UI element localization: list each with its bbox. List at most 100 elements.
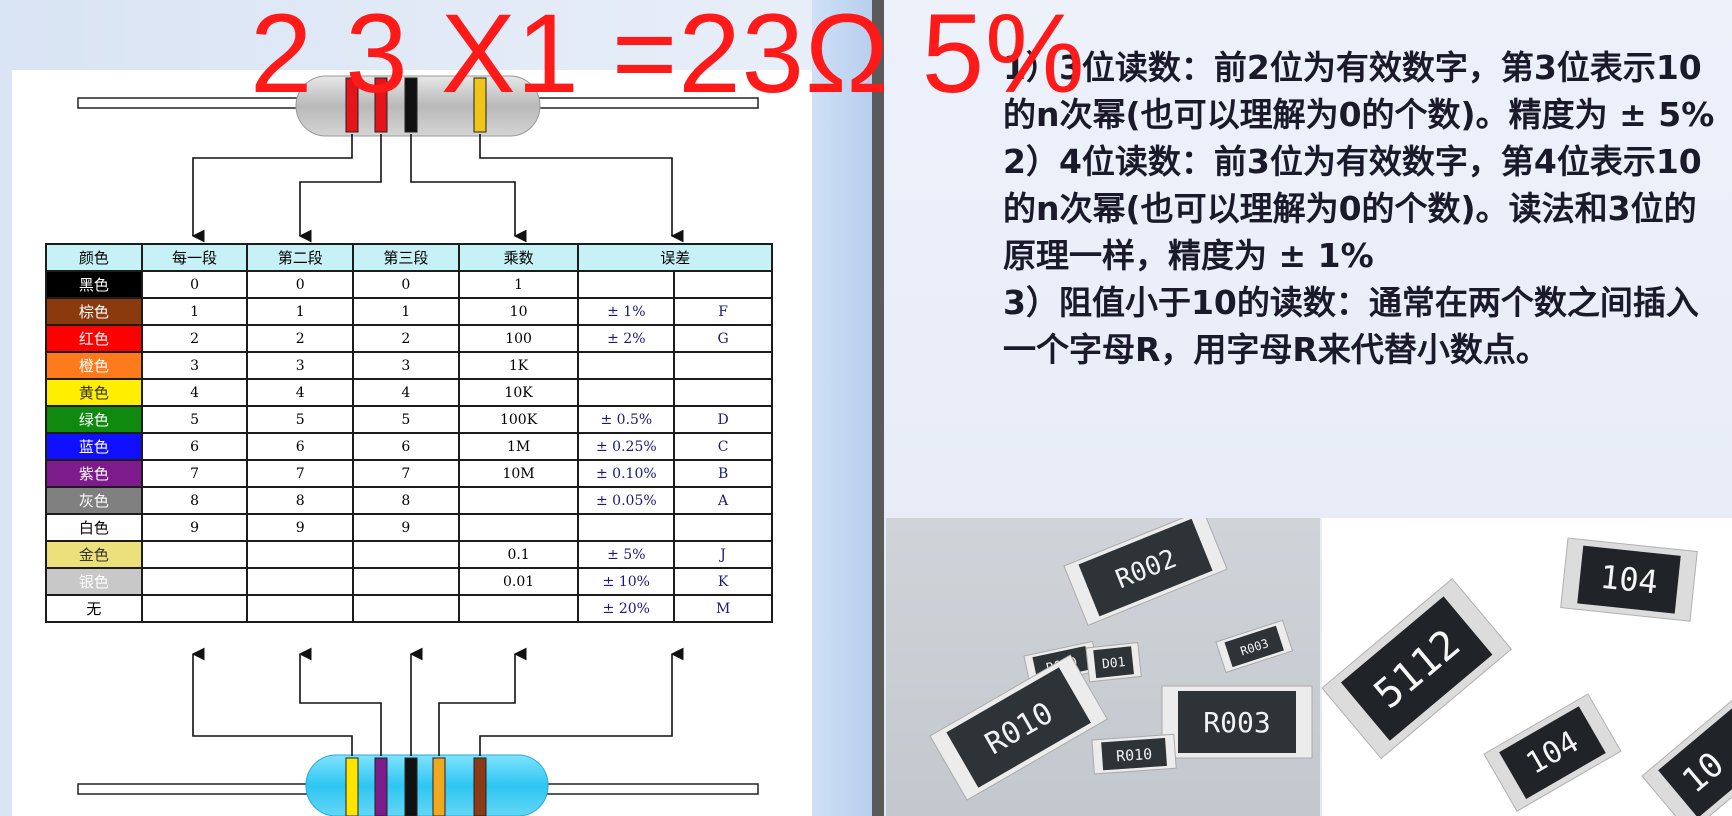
arrow-band1 [191, 134, 353, 243]
color-name-cell: 金色 [45, 540, 143, 569]
tolerance-code-cell [673, 270, 773, 299]
band2-cell: 4 [246, 378, 355, 407]
smd-resistor-photo-left: R002 R010 D01 R003 [886, 518, 1320, 816]
band3-cell: 3 [352, 351, 460, 380]
tolerance-code-cell: M [673, 594, 773, 623]
tolerance-cell: ± 10% [577, 567, 676, 596]
band-purple [374, 757, 388, 816]
band-black-bottom [404, 757, 418, 816]
chip-label: R003 [1203, 706, 1270, 739]
table-row: 黑色 0 0 0 1 [45, 270, 773, 299]
tolerance-cell [577, 378, 676, 407]
band1-cell: 3 [140, 351, 249, 380]
band3-cell: 9 [352, 513, 460, 542]
color-name-cell: 灰色 [45, 486, 143, 515]
tolerance-cell [577, 513, 676, 542]
multiplier-cell: 1 [457, 270, 580, 299]
multiplier-cell: 10 [457, 297, 580, 326]
tolerance-cell: ± 0.10% [577, 459, 676, 488]
band-brown [473, 757, 487, 816]
multiplier-cell: 100K [457, 405, 580, 434]
header-band3: 第三段 [352, 243, 460, 272]
tolerance-cell: ± 0.25% [577, 432, 676, 461]
explanation-item-1: 1）3位读数：前2位为有效数字，第3位表示10的n次幂(也可以理解为0的个数)。… [1003, 48, 1715, 134]
band2-cell: 1 [246, 297, 355, 326]
multiplier-cell: 10K [457, 378, 580, 407]
arrow-up-band5 [479, 647, 684, 756]
color-name-cell: 无 [45, 594, 143, 623]
band3-cell [352, 567, 460, 596]
band2-cell: 0 [246, 270, 355, 299]
explanation-item-2: 2）4位读数：前3位为有效数字，第4位表示10的n次幂(也可以理解为0的个数)。… [1003, 142, 1702, 275]
band3-cell: 7 [352, 459, 460, 488]
color-name-cell: 绿色 [45, 405, 143, 434]
band1-cell: 0 [140, 270, 249, 299]
tolerance-code-cell: J [673, 540, 773, 569]
tolerance-cell: ± 0.05% [577, 486, 676, 515]
tolerance-code-cell: C [673, 432, 773, 461]
multiplier-cell [457, 486, 580, 515]
band1-cell: 4 [140, 378, 249, 407]
slide-divider [872, 0, 884, 816]
tolerance-code-cell [673, 351, 773, 380]
color-name-cell: 黄色 [45, 378, 143, 407]
explanation-item-3: 3）阻值小于10的读数：通常在两个数之间插入一个字母R，用字母R来代替小数点。 [1003, 283, 1699, 369]
table-row: 蓝色 6 6 6 1M ± 0.25% C [45, 432, 773, 461]
arrow-band4 [479, 134, 684, 243]
table-row: 红色 2 2 2 100 ± 2% G [45, 324, 773, 353]
header-color: 颜色 [45, 243, 143, 272]
color-name-cell: 银色 [45, 567, 143, 596]
arrow-up-band4 [438, 647, 527, 756]
multiplier-cell: 0.1 [457, 540, 580, 569]
band1-cell: 6 [140, 432, 249, 461]
color-code-table: 颜色 每一段 第二段 第三段 乘数 误差 黑色 0 0 0 1 棕色 1 1 1 10 ± 1% F 红… [45, 243, 773, 623]
color-name-cell: 棕色 [45, 297, 143, 326]
bottom-resistor-diagram [77, 647, 759, 816]
tolerance-cell [577, 351, 676, 380]
table-row: 棕色 1 1 1 10 ± 1% F [45, 297, 773, 326]
band2-cell: 8 [246, 486, 355, 515]
tolerance-cell: ± 5% [577, 540, 676, 569]
band2-cell [246, 567, 355, 596]
band3-cell: 4 [352, 378, 460, 407]
smd-resistor-photo-right: 5112 104 104 10 [1322, 518, 1732, 816]
band2-cell [246, 540, 355, 569]
band2-cell: 3 [246, 351, 355, 380]
band2-cell: 2 [246, 324, 355, 353]
band2-cell: 7 [246, 459, 355, 488]
band3-cell: 2 [352, 324, 460, 353]
tolerance-code-cell: D [673, 405, 773, 434]
chip-label: D01 [1101, 655, 1126, 672]
formula-text: 2 3 X1 =23Ω 5% [250, 0, 1086, 116]
tolerance-cell: ± 20% [577, 594, 676, 623]
table-row: 银色 0.01 ± 10% K [45, 567, 773, 596]
tolerance-cell: ± 1% [577, 297, 676, 326]
band-yellow [345, 757, 359, 816]
multiplier-cell: 1K [457, 351, 580, 380]
tolerance-cell: ± 2% [577, 324, 676, 353]
header-multiplier: 乘数 [457, 243, 580, 272]
color-name-cell: 白色 [45, 513, 143, 542]
band2-cell: 5 [246, 405, 355, 434]
color-name-cell: 红色 [45, 324, 143, 353]
multiplier-cell: 0.01 [457, 567, 580, 596]
tolerance-code-cell: F [673, 297, 773, 326]
band3-cell: 6 [352, 432, 460, 461]
chip-label: 104 [1598, 558, 1659, 602]
table-row: 灰色 8 8 8 ± 0.05% A [45, 486, 773, 515]
arrow-up-band1 [191, 647, 353, 756]
band-orange [432, 757, 446, 816]
table-row: 橙色 3 3 3 1K [45, 351, 773, 380]
band1-cell: 8 [140, 486, 249, 515]
arrow-band3 [410, 134, 527, 243]
band1-cell: 5 [140, 405, 249, 434]
table-header-row: 颜色 每一段 第二段 第三段 乘数 误差 [45, 243, 773, 272]
band3-cell [352, 594, 460, 623]
tolerance-cell [577, 270, 676, 299]
band2-cell: 9 [246, 513, 355, 542]
multiplier-cell: 1M [457, 432, 580, 461]
table-row: 紫色 7 7 7 10M ± 0.10% B [45, 459, 773, 488]
band3-cell: 5 [352, 405, 460, 434]
slide: 2 3 X1 =23Ω 5% 颜色 每一段 第二段 第三段 乘数 误差 黑色 0 0… [0, 0, 1732, 816]
multiplier-cell: 10M [457, 459, 580, 488]
